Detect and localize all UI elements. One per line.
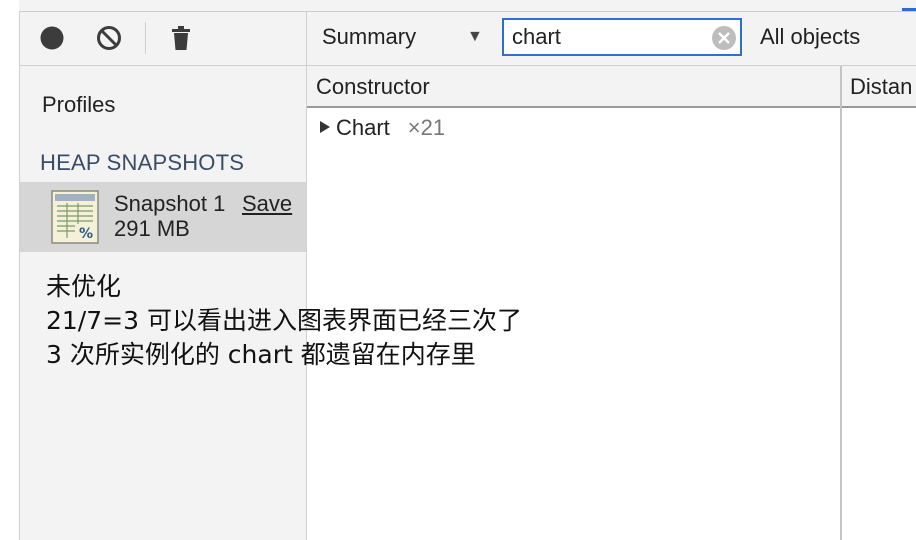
column-header-distance[interactable]: Distan — [850, 74, 912, 100]
row-constructor-name: Chart — [336, 115, 390, 140]
data-grid-header: Constructor Distan — [307, 66, 916, 108]
annotation-line: 3 次所实例化的 chart 都遗留在内存里 — [46, 340, 476, 369]
record-icon[interactable] — [39, 25, 65, 51]
annotation-line: 未优化 — [46, 272, 122, 301]
trash-icon[interactable] — [168, 25, 194, 51]
view-select[interactable]: Summary — [322, 24, 416, 50]
objects-scope-select[interactable]: All objects — [760, 24, 860, 50]
column-header-constructor[interactable]: Constructor — [316, 74, 430, 100]
column-divider[interactable] — [840, 66, 842, 540]
profiles-title: Profiles — [42, 92, 116, 117]
snapshot-list-item[interactable]: % Snapshot 1 Save 291 MB — [20, 182, 306, 252]
clear-filter-icon[interactable] — [712, 26, 736, 50]
class-filter-box[interactable] — [502, 18, 742, 56]
heap-filter-toolbar: Summary ▼ All objects — [307, 12, 916, 66]
heap-snapshots-header: HEAP SNAPSHOTS — [40, 150, 245, 175]
class-filter-input[interactable] — [512, 24, 702, 50]
heap-snapshot-icon: % — [51, 190, 99, 244]
annotation-line: 21/7=3 可以看出进入图表界面已经三次了 — [46, 306, 522, 335]
expand-triangle-icon[interactable] — [320, 121, 330, 133]
snapshot-size: 291 MB — [114, 216, 190, 241]
snapshot-name: Snapshot 1 — [114, 191, 226, 216]
window-left-edge — [0, 0, 20, 540]
top-tab-strip — [19, 0, 916, 12]
profiles-toolbar — [20, 12, 306, 66]
chevron-down-icon[interactable]: ▼ — [467, 28, 483, 46]
active-tab-indicator — [902, 8, 916, 11]
annotation-note: 未优化 21/7=3 可以看出进入图表界面已经三次了 3 次所实例化的 char… — [46, 270, 522, 372]
toolbar-separator — [145, 22, 146, 54]
clear-icon[interactable] — [96, 25, 122, 51]
table-row[interactable]: Chart ×21 — [320, 115, 445, 143]
snapshot-save-link[interactable]: Save — [242, 191, 292, 217]
row-instance-count: ×21 — [407, 115, 446, 140]
svg-text:%: % — [79, 226, 93, 242]
